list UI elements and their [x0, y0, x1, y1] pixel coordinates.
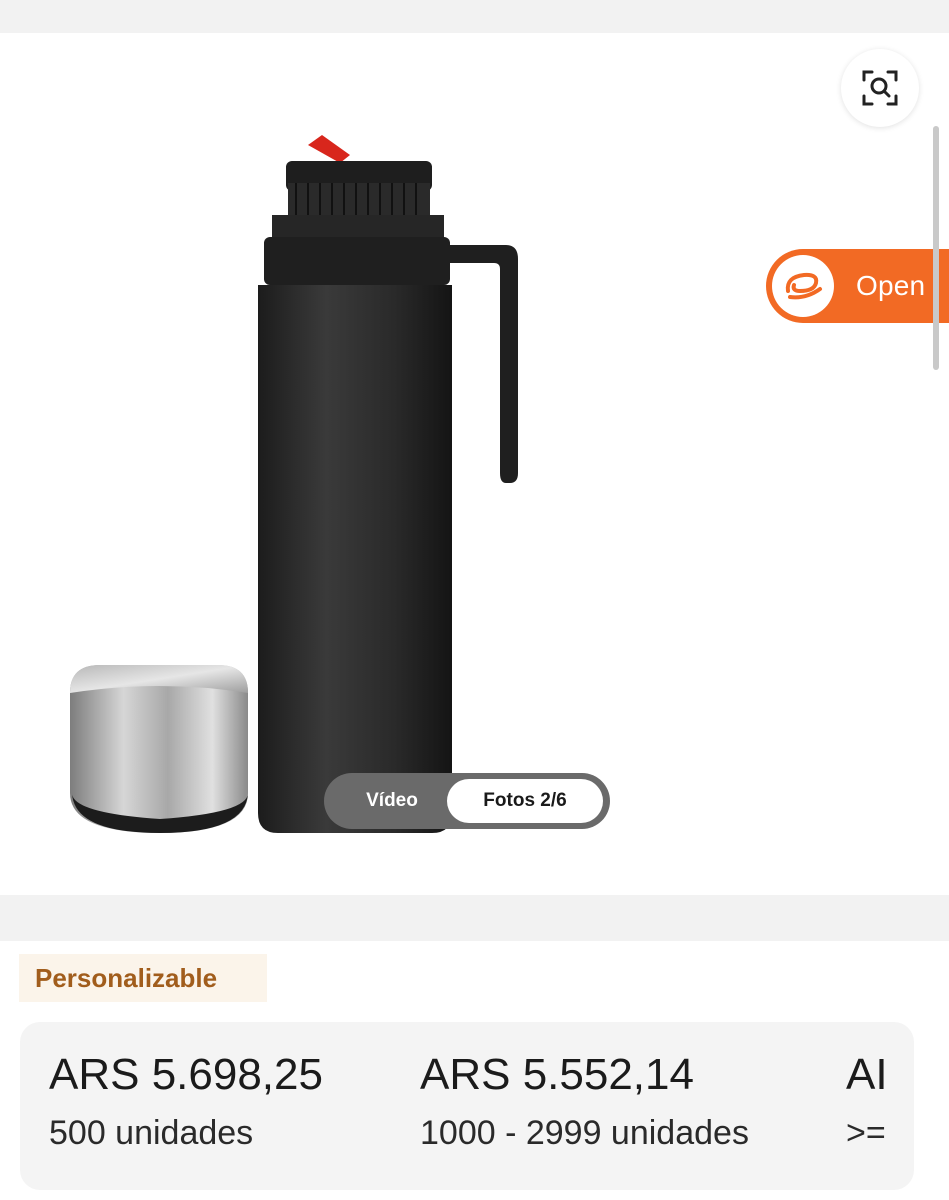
image-search-icon: [862, 70, 898, 106]
tier-quantity: 1000 - 2999 unidades: [420, 1114, 749, 1152]
tier-quantity: 500 unidades: [49, 1114, 254, 1152]
open-button-label: Open: [856, 270, 926, 301]
media-toggle: Vídeo Fotos 2/6: [324, 773, 610, 829]
product-detail-page: Open Vídeo Fotos 2/6 Personalizable ARS …: [0, 0, 949, 1200]
tier-price: AI: [846, 1050, 886, 1099]
open-in-app-button[interactable]: Open: [766, 249, 949, 323]
tab-photos[interactable]: Fotos 2/6: [447, 779, 603, 823]
top-strip: [0, 0, 949, 33]
tier-quantity: >=: [846, 1114, 886, 1152]
price-tiers-card[interactable]: ARS 5.698,25 500 unidades ARS 5.552,14 1…: [20, 1022, 914, 1190]
scrollbar-thumb[interactable]: [933, 126, 939, 370]
section-divider: [0, 895, 949, 941]
image-search-button[interactable]: [841, 49, 919, 127]
alibaba-logo-icon: [772, 255, 834, 317]
tier-price: ARS 5.552,14: [420, 1050, 694, 1099]
customizable-badge: Personalizable: [19, 954, 267, 1002]
price-tier[interactable]: AI >=: [846, 1022, 886, 1190]
product-image-gallery[interactable]: Open Vídeo Fotos 2/6: [0, 33, 949, 895]
product-image-thermos: [70, 135, 518, 833]
tier-price: ARS 5.698,25: [49, 1050, 323, 1099]
tab-video[interactable]: Vídeo: [324, 790, 454, 812]
customizable-badge-label: Personalizable: [35, 962, 218, 993]
